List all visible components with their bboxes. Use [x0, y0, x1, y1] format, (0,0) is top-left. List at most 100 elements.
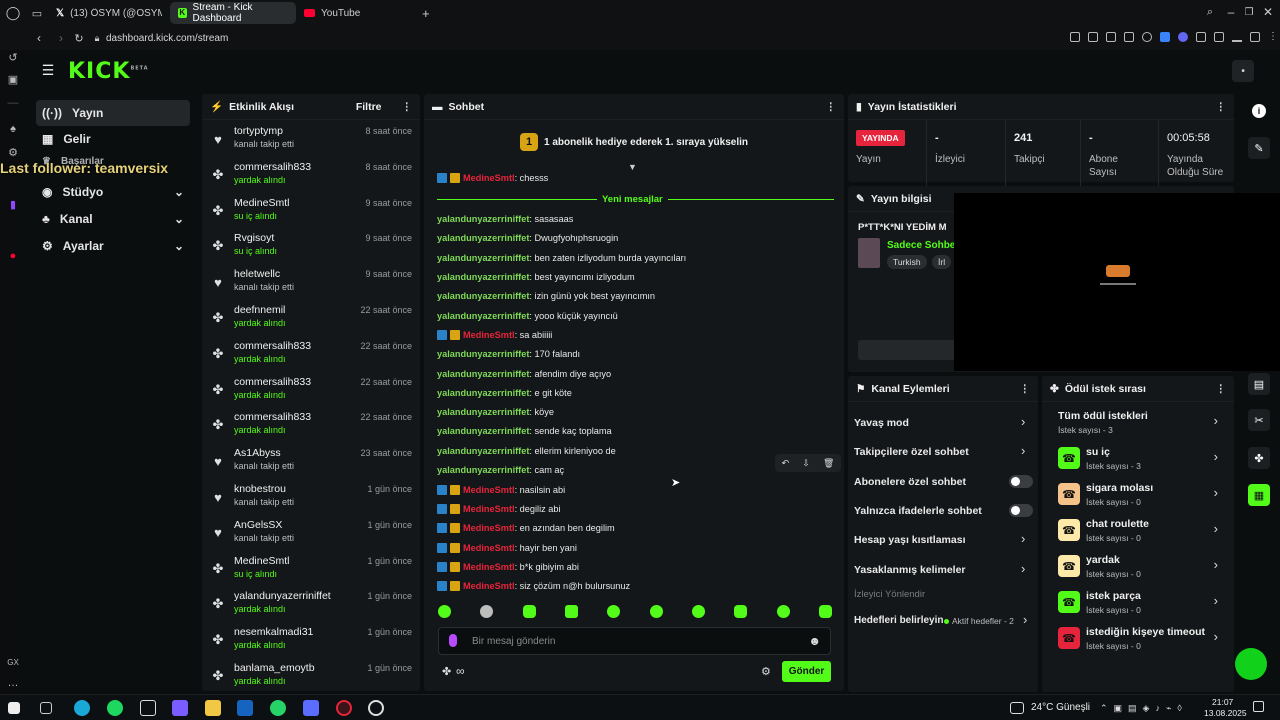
- microphone-icon[interactable]: [449, 634, 457, 647]
- chat-gift-banner[interactable]: 1 1 abonelik hediye ederek 1. sıraya yük…: [424, 122, 844, 162]
- chat-username[interactable]: MedineSmtl: [463, 330, 515, 340]
- hamburger-menu-icon[interactable]: ☰: [40, 62, 56, 78]
- tab-actions-icon[interactable]: ▭: [26, 0, 48, 26]
- chat-username[interactable]: yalandunyazerriniffet: [437, 407, 529, 417]
- action-slow-mode[interactable]: Yavaş mod: [854, 417, 909, 429]
- browser-menu-icon[interactable]: ◯: [0, 0, 26, 26]
- activity-item[interactable]: ♥ As1Abyss kanalı takip etti 23 saat önce: [202, 444, 420, 480]
- activity-item[interactable]: ✤ yalandunyazerriniffet yardak alındı 1 gün…: [202, 587, 420, 623]
- chat-message[interactable]: yalandunyazerriniffet: sasasaas: [437, 214, 573, 224]
- activity-item[interactable]: ✤ banlama_emoytb yardak alındı 1 gün önce: [202, 659, 420, 691]
- app-icon[interactable]: [140, 700, 156, 716]
- share-icon[interactable]: [1250, 32, 1260, 42]
- chat-username[interactable]: yalandunyazerriniffet: [437, 426, 529, 436]
- tab-youtube[interactable]: YouTube: [296, 2, 420, 24]
- extension-icon[interactable]: [1214, 32, 1224, 42]
- edge-icon[interactable]: [74, 700, 90, 716]
- forward-icon[interactable]: ›: [52, 31, 70, 45]
- chat-username[interactable]: MedineSmtl: [463, 562, 515, 572]
- chat-message[interactable]: yalandunyazerriniffet: köye: [437, 407, 554, 417]
- tab-kick-dashboard[interactable]: K Stream - Kick Dashboard: [170, 2, 296, 24]
- activity-item[interactable]: ✤ commersalih833 yardak alındı 22 saat önce: [202, 373, 420, 409]
- chat-username[interactable]: MedineSmtl: [463, 173, 515, 183]
- notifications-icon[interactable]: [1253, 701, 1264, 712]
- info-icon[interactable]: i: [1252, 104, 1266, 118]
- chat-message[interactable]: yalandunyazerriniffet: yooo küçük yayınc…: [437, 311, 618, 321]
- nav-item-ayarlar[interactable]: ⚙ Ayarlar ⌄: [36, 233, 190, 259]
- chat-username[interactable]: yalandunyazerriniffet: [437, 291, 529, 301]
- chat-username[interactable]: yalandunyazerriniffet: [437, 349, 529, 359]
- share-network-icon[interactable]: ✤: [1248, 447, 1270, 469]
- chat-message[interactable]: yalandunyazerriniffet: Dwugfyohıphsruogi…: [437, 233, 618, 243]
- activity-item[interactable]: ✤ commersalih833 yardak alındı 22 saat önce: [202, 408, 420, 444]
- chat-username[interactable]: MedineSmtl: [463, 543, 515, 553]
- chat-message[interactable]: yalandunyazerriniffet: cam aç: [437, 465, 564, 475]
- chevron-right-icon[interactable]: ›: [1021, 561, 1025, 576]
- send-button[interactable]: Gönder: [782, 661, 831, 682]
- chat-username[interactable]: yalandunyazerriniffet: [437, 253, 529, 263]
- filter-button[interactable]: Filtre: [356, 101, 382, 113]
- spotify-icon[interactable]: [107, 700, 123, 716]
- download-icon[interactable]: [1232, 32, 1242, 42]
- chat-username[interactable]: MedineSmtl: [463, 485, 515, 495]
- tools-icon[interactable]: ✂: [1248, 409, 1270, 431]
- layout-icon[interactable]: ▤: [1248, 373, 1270, 395]
- more-dots-icon[interactable]: …: [6, 676, 20, 690]
- activity-item[interactable]: ✤ nesemkalmadi31 yardak alındı 1 gün önce: [202, 623, 420, 659]
- chevron-right-icon[interactable]: ›: [1023, 612, 1027, 627]
- chat-message[interactable]: MedineSmtl: nasilsin abi: [437, 485, 565, 495]
- emote-icon[interactable]: [480, 605, 494, 618]
- chat-message[interactable]: MedineSmtl: chesss: [437, 173, 548, 183]
- activity-item[interactable]: ✤ Rvgisoyt su iç alındı 9 saat önce: [202, 229, 420, 265]
- back-icon[interactable]: ‹: [26, 31, 52, 45]
- chat-username[interactable]: MedineSmtl: [463, 523, 515, 533]
- extension-icon[interactable]: [1106, 32, 1116, 42]
- activity-item[interactable]: ✤ commersalih833 yardak alındı 22 saat önce: [202, 337, 420, 373]
- start-icon[interactable]: [8, 702, 20, 714]
- nav-item-gelir[interactable]: ▦ Gelir: [36, 126, 190, 152]
- reward-all[interactable]: Tüm ödül istekleri İstek sayısı - 3 ›: [1058, 409, 1228, 443]
- floating-action-button[interactable]: [1235, 648, 1267, 680]
- chat-username[interactable]: yalandunyazerriniffet: [437, 465, 529, 475]
- action-account-age[interactable]: Hesap yaşı kısıtlaması: [854, 534, 966, 546]
- extension-icon[interactable]: [1070, 32, 1080, 42]
- delete-icon[interactable]: 🗑︎: [823, 458, 834, 469]
- emote-icon[interactable]: [607, 605, 621, 618]
- activity-item[interactable]: ♥ knobestrou kanalı takip etti 1 gün önce: [202, 480, 420, 516]
- app-icon[interactable]: [172, 700, 188, 716]
- chat-input[interactable]: Bir mesaj gönderin ☻: [438, 627, 831, 655]
- chat-settings-icon[interactable]: ⚙: [761, 665, 771, 678]
- youtube-icon[interactable]: ●: [6, 249, 20, 263]
- opera-gx-icon[interactable]: [336, 700, 352, 716]
- chat-username[interactable]: MedineSmtl: [463, 504, 515, 514]
- edit-button-placeholder[interactable]: [858, 340, 958, 360]
- gx-icon[interactable]: GX: [6, 655, 20, 669]
- whatsapp-icon[interactable]: [270, 700, 286, 716]
- screenshot-icon[interactable]: ▣: [6, 72, 20, 86]
- history-icon[interactable]: ↺: [6, 50, 20, 64]
- chat-username[interactable]: yalandunyazerriniffet: [437, 214, 529, 224]
- reward-item[interactable]: ☎ chat roulette İstek sayısı - 0 ›: [1058, 517, 1228, 551]
- emote-only-toggle[interactable]: [1009, 504, 1033, 517]
- extension-icon[interactable]: [1160, 32, 1170, 42]
- minimize-icon[interactable]: –: [1224, 5, 1238, 19]
- reward-item[interactable]: ☎ su iç İstek sayısı - 3 ›: [1058, 445, 1228, 479]
- action-followers-only[interactable]: Takipçilere özel sohbet: [854, 446, 969, 458]
- chat-message[interactable]: yalandunyazerriniffet: e git köte: [437, 388, 572, 398]
- action-banned-words[interactable]: Yasaklanmış kelimeler: [854, 564, 966, 576]
- chat-username[interactable]: yalandunyazerriniffet: [437, 369, 529, 379]
- reward-item[interactable]: ☎ yardak İstek sayısı - 0 ›: [1058, 553, 1228, 587]
- emoji-icon[interactable]: ☻: [808, 634, 821, 648]
- task-view-icon[interactable]: [40, 702, 52, 714]
- category-name[interactable]: Sadece Sohbet: [887, 240, 959, 251]
- extension-icon[interactable]: [1142, 32, 1152, 42]
- emote-icon[interactable]: [649, 605, 663, 618]
- chat-username[interactable]: yalandunyazerriniffet: [437, 272, 529, 282]
- chat-message[interactable]: yalandunyazerriniffet: 170 falandı: [437, 349, 580, 359]
- search-tabs-icon[interactable]: ⌕: [1203, 5, 1217, 19]
- clock-time[interactable]: 21:07: [1212, 697, 1233, 707]
- reward-item[interactable]: ☎ sigara molası İstek sayısı - 0 ›: [1058, 481, 1228, 515]
- nav-item-yayin[interactable]: ((·)) Yayın: [36, 100, 190, 126]
- emote-icon[interactable]: [438, 605, 451, 618]
- clapperboard-icon[interactable]: ▦: [1248, 484, 1270, 506]
